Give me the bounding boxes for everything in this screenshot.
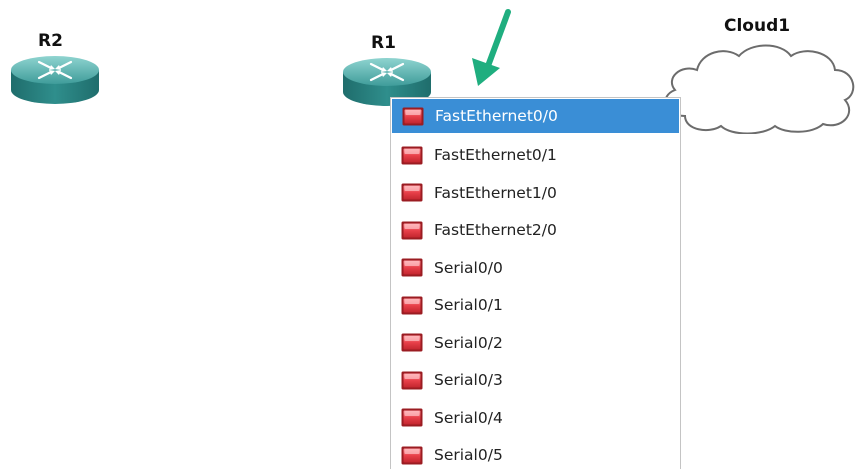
port-menu-item[interactable]: Serial0/5 xyxy=(391,437,680,469)
red-port-icon xyxy=(401,258,423,277)
red-port-icon xyxy=(401,221,423,240)
red-port-icon xyxy=(401,146,423,165)
port-menu-item[interactable]: Serial0/2 xyxy=(391,324,680,362)
port-menu-item[interactable]: Serial0/4 xyxy=(391,399,680,437)
cloud1-label: Cloud1 xyxy=(724,16,791,36)
port-menu-item-label: FastEthernet0/1 xyxy=(434,146,557,165)
port-menu-item[interactable]: Serial0/3 xyxy=(391,362,680,400)
port-menu-item[interactable]: FastEthernet0/1 xyxy=(391,137,680,175)
router-r2-icon[interactable] xyxy=(9,50,101,110)
red-port-icon xyxy=(401,296,423,315)
red-port-icon xyxy=(402,107,424,126)
port-menu-item-label: Serial0/2 xyxy=(434,333,503,352)
port-menu-item-label: Serial0/3 xyxy=(434,371,503,390)
port-menu-item-label: FastEthernet1/0 xyxy=(434,183,557,202)
port-menu-item[interactable]: Serial0/0 xyxy=(391,249,680,287)
port-menu-item-label: FastEthernet2/0 xyxy=(434,221,557,240)
port-menu-item-label: Serial0/5 xyxy=(434,446,503,465)
r1-label: R1 xyxy=(371,33,396,53)
port-menu-item[interactable]: FastEthernet1/0 xyxy=(391,174,680,212)
port-selection-menu: FastEthernet0/0 FastEthernet0/1 FastEthern… xyxy=(390,97,681,469)
port-menu-item-label: Serial0/1 xyxy=(434,296,503,315)
port-menu-item-label: Serial0/0 xyxy=(434,258,503,277)
port-menu-item[interactable]: Serial0/1 xyxy=(391,287,680,325)
r2-label: R2 xyxy=(38,31,63,51)
port-menu-item-label: Serial0/4 xyxy=(434,408,503,427)
port-menu-item-label: FastEthernet0/0 xyxy=(435,107,558,125)
green-arrow-icon xyxy=(468,8,520,88)
red-port-icon xyxy=(401,446,423,465)
port-menu-item[interactable]: FastEthernet0/0 xyxy=(392,99,679,133)
red-port-icon xyxy=(401,408,423,427)
topology-canvas[interactable]: R2 R1 Cloud1 FastEthernet0/0 FastEtherne… xyxy=(0,0,858,469)
port-menu-item[interactable]: FastEthernet2/0 xyxy=(391,212,680,250)
red-port-icon xyxy=(401,371,423,390)
red-port-icon xyxy=(401,333,423,352)
red-port-icon xyxy=(401,183,423,202)
cloud-icon[interactable] xyxy=(655,38,858,134)
